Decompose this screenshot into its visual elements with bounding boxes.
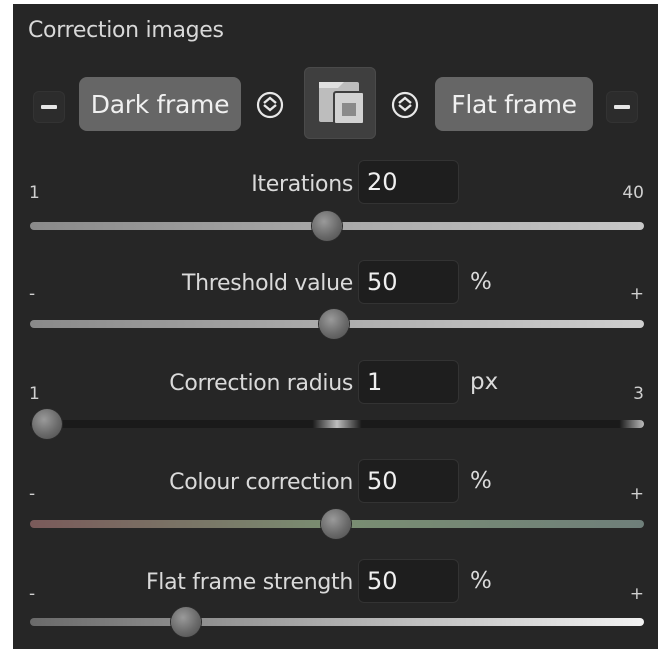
- threshold-label: Threshold value: [181, 271, 353, 296]
- flat-strength-min-label: -: [29, 584, 36, 604]
- flat-strength-max-label: +: [629, 584, 644, 604]
- radius-unit: px: [470, 369, 499, 395]
- threshold-min-label: -: [29, 284, 36, 304]
- dark-frame-button[interactable]: Dark frame: [79, 77, 241, 131]
- dark-frame-label: Dark frame: [90, 89, 230, 119]
- iterations-slider-thumb[interactable]: [312, 211, 342, 241]
- panel-title: Correction images: [28, 18, 224, 43]
- radius-input[interactable]: 1: [358, 360, 459, 404]
- colour-input[interactable]: 50: [358, 459, 459, 503]
- remove-dark-frame-button[interactable]: [33, 91, 65, 123]
- iterations-min-label: 1: [29, 183, 40, 203]
- iterations-input[interactable]: 20: [358, 160, 459, 204]
- frames-stack-icon: [319, 82, 365, 125]
- correction-images-panel: Correction images Dark frame Flat frame …: [13, 4, 658, 649]
- flat-strength-slider-thumb[interactable]: [171, 607, 201, 637]
- radius-slider-thumb[interactable]: [32, 409, 62, 439]
- frames-preview-button[interactable]: [304, 67, 376, 139]
- cycle-left-icon[interactable]: [255, 90, 285, 120]
- flat-frame-button[interactable]: Flat frame: [435, 77, 593, 131]
- radius-label: Correction radius: [169, 371, 353, 396]
- iterations-label: Iterations: [251, 172, 353, 197]
- flat-frame-label: Flat frame: [451, 89, 577, 119]
- threshold-slider-thumb[interactable]: [319, 309, 349, 339]
- colour-max-label: +: [629, 484, 644, 504]
- colour-label: Colour correction: [169, 470, 353, 495]
- radius-min-label: 1: [29, 384, 40, 404]
- iterations-max-label: 40: [622, 183, 644, 203]
- colour-slider-thumb[interactable]: [321, 509, 351, 539]
- threshold-max-label: +: [629, 284, 644, 304]
- remove-flat-frame-button[interactable]: [606, 91, 638, 123]
- threshold-unit: %: [470, 269, 492, 295]
- threshold-input[interactable]: 50: [358, 260, 459, 304]
- colour-unit: %: [470, 468, 492, 494]
- colour-min-label: -: [29, 484, 36, 504]
- flat-strength-slider-track[interactable]: [30, 618, 644, 626]
- flat-strength-input[interactable]: 50: [358, 559, 459, 603]
- radius-max-label: 3: [633, 384, 644, 404]
- radius-slider-track[interactable]: [30, 420, 644, 428]
- flat-strength-label: Flat frame strength: [145, 570, 353, 595]
- cycle-right-icon[interactable]: [390, 90, 420, 120]
- flat-strength-unit: %: [470, 568, 492, 594]
